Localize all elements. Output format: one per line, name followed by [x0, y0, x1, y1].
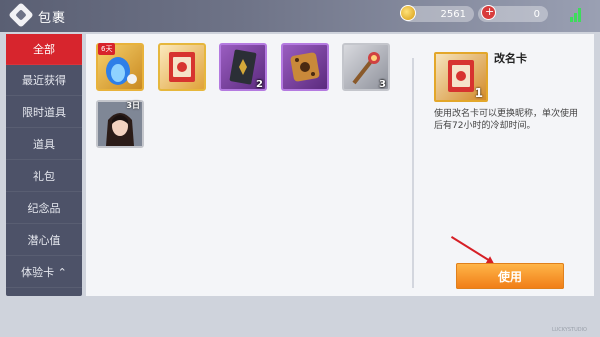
selected-item-description: 使用改名卡可以更换昵称，单次使用后有72小时的冷却时间。	[434, 109, 579, 131]
panel-divider	[412, 58, 414, 288]
add-currency-icon[interactable]	[481, 5, 496, 20]
gold-coin-icon	[400, 5, 416, 21]
selected-item-icon: 1	[434, 52, 488, 102]
expiry-badge: 3日	[126, 101, 140, 110]
category-sidebar: 全部 最近获得 限时道具 道具 礼包 纪念品 潜心值 体验卡 ⌃	[6, 34, 82, 296]
use-button[interactable]: 使用	[456, 263, 564, 289]
top-bar: 包裹 2561 0	[0, 0, 600, 32]
inventory-item-dark-card[interactable]: 2	[219, 43, 267, 91]
selected-item-name: 改名卡	[494, 52, 527, 65]
tab-limited[interactable]: 限时道具	[6, 97, 82, 128]
tab-items[interactable]: 道具	[6, 129, 82, 160]
tab-all[interactable]: 全部	[6, 34, 82, 65]
dice-box-icon	[290, 52, 320, 82]
red-value: 0	[533, 8, 540, 20]
inventory-item-dice-box[interactable]	[281, 43, 329, 91]
tab-recent[interactable]: 最近获得	[6, 65, 82, 96]
inventory-item-character-card[interactable]: 3日	[96, 100, 144, 148]
inventory-item-blue-fire[interactable]: 6天	[96, 43, 144, 91]
inventory-item-rename-card[interactable]	[158, 43, 206, 91]
tab-souvenir[interactable]: 纪念品	[6, 193, 82, 224]
tab-focus-value[interactable]: 潜心值	[6, 225, 82, 256]
bag-logo-icon	[8, 2, 34, 28]
tab-trial-card[interactable]: 体验卡 ⌃	[6, 257, 82, 288]
item-count: 3	[379, 79, 386, 90]
item-count: 2	[256, 79, 263, 90]
signal-icon	[570, 6, 582, 22]
selected-item-count: 1	[474, 86, 483, 100]
studio-watermark: LUCKYSTUDIO	[552, 327, 587, 333]
rename-card-icon	[169, 52, 195, 82]
page-title: 包裹	[38, 11, 67, 26]
expiry-badge: 6天	[98, 43, 116, 55]
inventory-item-gem-staff[interactable]: 3	[342, 43, 390, 91]
tab-gift-pack[interactable]: 礼包	[6, 161, 82, 192]
gold-value: 2561	[440, 8, 466, 20]
